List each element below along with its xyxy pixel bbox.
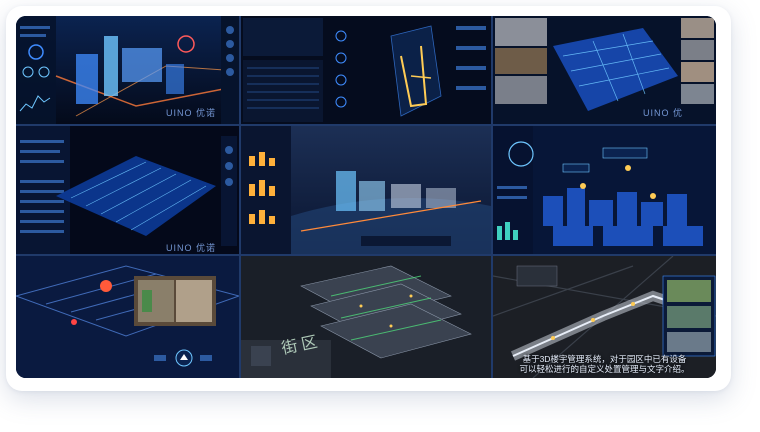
- watermark-text: UINO 优诺: [166, 243, 217, 253]
- waterfront-illustration: [241, 126, 491, 254]
- watermark-text: UINO 优: [643, 108, 684, 118]
- tile-park-operations-dashboard[interactable]: UINO 优诺: [16, 126, 239, 254]
- tile-district-model-scene[interactable]: 街区: [241, 256, 491, 378]
- tile-urban-district-night-view[interactable]: [493, 126, 716, 254]
- vertical-divider-2: [491, 16, 493, 378]
- horizontal-divider-1: [16, 124, 716, 126]
- screenshot-gallery: UINO 优诺 UINO 优 UINO 优诺 街区 基于3D楼宇管理系统，对于园…: [16, 16, 716, 378]
- tile-indoor-floor-twin[interactable]: UINO 优: [493, 16, 716, 124]
- indoor-nav-illustration: [16, 256, 239, 378]
- park-dashboard-illustration: [16, 126, 239, 254]
- district-model-illustration: [241, 256, 491, 378]
- tile-underground-corridor-scene[interactable]: 基于3D楼宇管理系统，对于园区中已有设备 可以轻松进行的自定义处置管理与文字介绍…: [493, 256, 716, 378]
- district-night-illustration: [493, 126, 716, 254]
- tile-indoor-navigation-scene[interactable]: [16, 256, 239, 378]
- watermark-text: UINO 优诺: [166, 108, 217, 118]
- tile-waterfront-city-scene[interactable]: [241, 126, 491, 254]
- caption-line-2: 可以轻松进行的自定义处置管理与文字介绍。: [519, 364, 690, 374]
- vertical-divider-1: [239, 16, 241, 378]
- horizontal-divider-2: [16, 254, 716, 256]
- caption-line-1: 基于3D楼宇管理系统，对于园区中已有设备: [522, 354, 687, 364]
- building-dashboard-illustration: [241, 16, 491, 124]
- tile-building-monitoring-dashboard[interactable]: [241, 16, 491, 124]
- tile-digital-twin-city-dashboard[interactable]: UINO 优诺: [16, 16, 239, 124]
- corridor-caption: 基于3D楼宇管理系统，对于园区中已有设备 可以轻松进行的自定义处置管理与文字介绍…: [493, 354, 716, 374]
